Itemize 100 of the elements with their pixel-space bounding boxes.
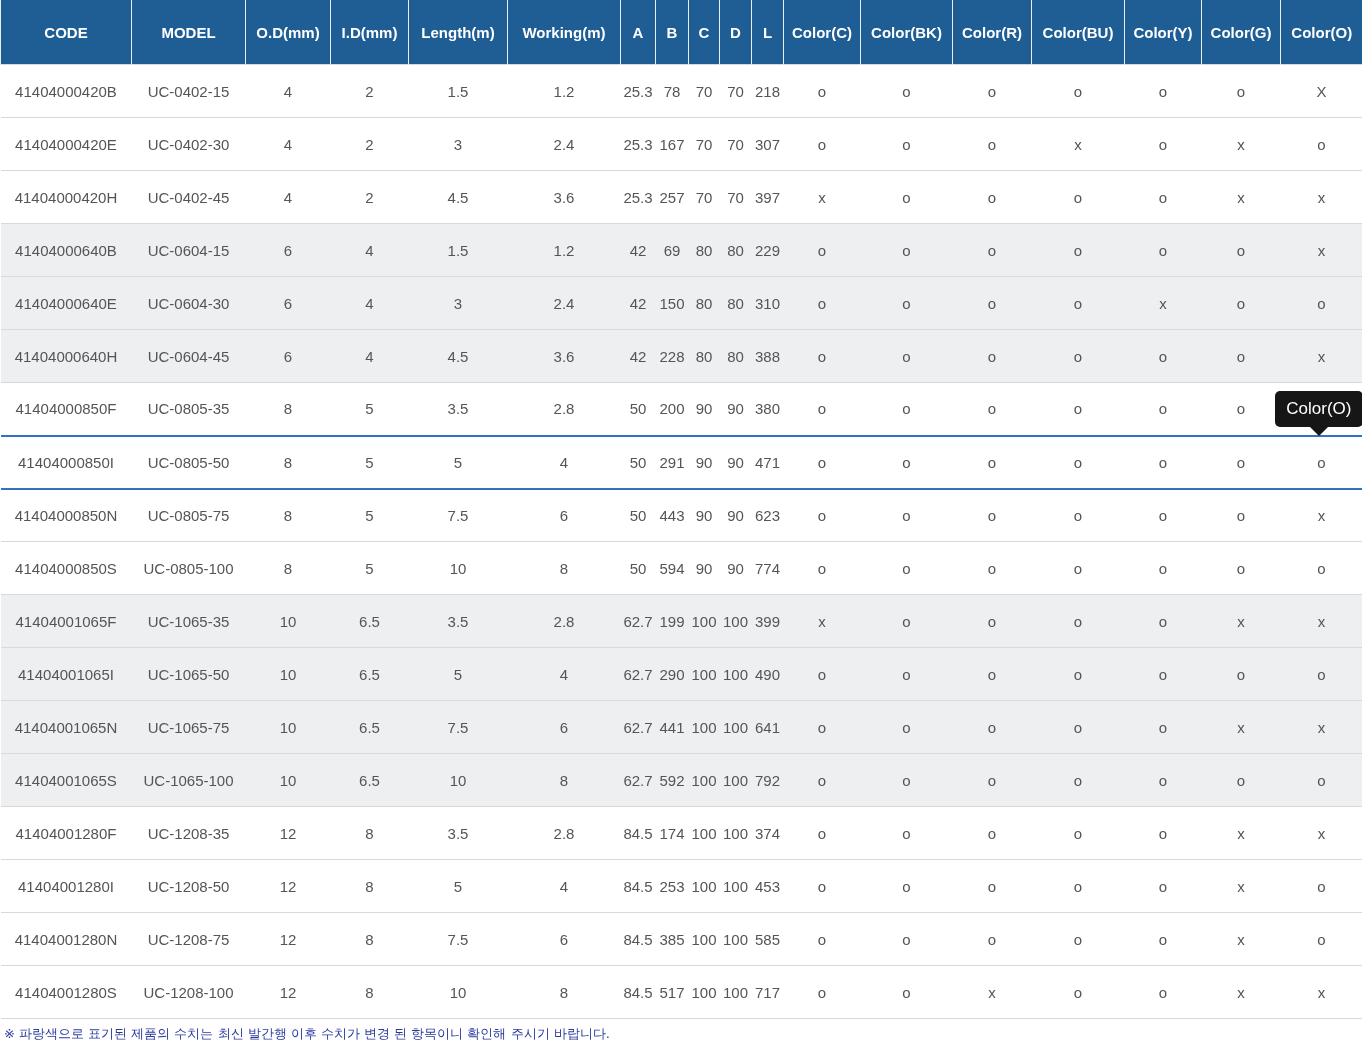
table-row[interactable]: 41404000850N UC-0805-75 8 5 7.5 6 50 443 90 90 623 o o o o o o x <box>0 488 1362 542</box>
table-cell: 100 <box>691 771 717 789</box>
table-cell: x <box>1317 347 1326 365</box>
table-cell: o <box>1317 135 1326 153</box>
table-row[interactable]: 41404000640E UC-0604-30 6 4 3 2.4 42 150 80 80 310 o o o o x o o <box>0 276 1362 330</box>
table-cell: 10 <box>279 718 297 736</box>
table-cell: 8 <box>283 506 293 524</box>
table-row[interactable]: 41404000420E UC-0402-30 4 2 3 2.4 25.3 167 70 70 307 o o o x o x o <box>0 117 1362 171</box>
table-cell: o <box>1158 665 1168 683</box>
table-cell: 41404001280F <box>15 824 117 842</box>
table-cell: 2.8 <box>553 400 575 418</box>
table-row[interactable]: 41404000640B UC-0604-15 6 4 1.5 1.2 42 69 80 80 229 o o o o o o x <box>0 223 1362 277</box>
table-cell: o <box>817 82 827 100</box>
table-cell: x <box>1237 877 1245 895</box>
table-row[interactable]: 41404001065S UC-1065-100 10 6.5 10 8 62.7 592 100 100 792 o o o o o o o <box>0 753 1362 807</box>
table-cell: 4 <box>283 188 293 206</box>
table-cell: o <box>817 453 827 471</box>
table-cell: o <box>1236 453 1246 471</box>
table-cell: UC-0604-30 <box>147 294 230 312</box>
table-cell: 100 <box>691 612 717 630</box>
table-cell: 399 <box>755 612 780 630</box>
table-row[interactable]: 41404000420B UC-0402-15 4 2 1.5 1.2 25.3 78 70 70 218 o o o o o o X <box>0 64 1362 118</box>
table-cell: 5 <box>365 453 374 471</box>
table-cell: 374 <box>755 824 780 842</box>
table-cell: 25.3 <box>623 135 653 153</box>
table-cell: 10 <box>279 612 297 630</box>
table-cell: 25.3 <box>623 82 653 100</box>
table-cell: 7.5 <box>447 506 469 524</box>
table-row[interactable]: 41404001065I UC-1065-50 10 6.5 5 4 62.7 290 100 100 490 o o o o o o o <box>0 647 1362 701</box>
table-cell: 62.7 <box>623 718 653 736</box>
column-header: I.D(mm) <box>330 0 409 65</box>
table-cell: 100 <box>723 665 748 683</box>
table-cell: o <box>1236 400 1246 418</box>
table-cell: 4 <box>559 877 569 895</box>
table-cell: 4 <box>283 82 293 100</box>
table-cell: o <box>987 559 997 577</box>
table-cell: x <box>1237 983 1245 1001</box>
table-cell: 218 <box>755 82 780 100</box>
table-cell: 62.7 <box>623 612 653 630</box>
table-cell: 41404000850N <box>14 506 118 524</box>
table-cell: 8 <box>283 400 293 418</box>
table-cell: o <box>1158 241 1168 259</box>
table-cell: 10 <box>449 559 467 577</box>
table-row[interactable]: 41404001280N UC-1208-75 12 8 7.5 6 84.5 385 100 100 585 o o o o o x o <box>0 912 1362 966</box>
table-row[interactable]: 41404000850F UC-0805-35 8 5 3.5 2.8 50 200 90 90 380 o o o o o o Color(O) <box>0 382 1362 436</box>
table-row[interactable]: 41404001280F UC-1208-35 12 8 3.5 2.8 84.5 174 100 100 374 o o o o o x x <box>0 806 1362 860</box>
table-cell: o <box>1158 400 1168 418</box>
table-cell: UC-0402-15 <box>147 82 230 100</box>
table-cell: o <box>1158 930 1168 948</box>
table-cell: 2 <box>365 135 374 153</box>
table-cell: 200 <box>659 400 685 418</box>
table-cell: x <box>1159 294 1167 312</box>
table-cell: 4.5 <box>447 188 469 206</box>
table-row[interactable]: 41404001065F UC-1065-35 10 6.5 3.5 2.8 62.7 199 100 100 399 x o o o o x x <box>0 594 1362 648</box>
table-cell: o <box>1073 665 1083 683</box>
table-row[interactable]: 41404000850S UC-0805-100 8 5 10 8 50 594 90 90 774 o o o o o o o <box>0 541 1362 595</box>
table-cell: 253 <box>659 877 685 895</box>
column-header: B <box>655 0 689 65</box>
footnote: ※ 파랑색으로 표기된 제품의 수치는 최신 발간행 이후 수치가 변경 된 항목이니 확인해 주시기 바랍니다. <box>3 1025 611 1043</box>
table-cell: 1.5 <box>447 241 469 259</box>
table-cell: o <box>987 347 997 365</box>
table-cell: o <box>1073 771 1083 789</box>
table-cell: 1.5 <box>447 82 469 100</box>
table-cell: o <box>1236 82 1246 100</box>
table-cell: 8 <box>283 453 293 471</box>
table-cell: 42 <box>629 294 647 312</box>
table-row[interactable]: 41404001280I UC-1208-50 12 8 5 4 84.5 253 100 100 453 o o o o o x o <box>0 859 1362 913</box>
table-cell: 70 <box>727 188 744 206</box>
table-row[interactable]: 41404001280S UC-1208-100 12 8 10 8 84.5 517 100 100 717 o o x o o x x <box>0 965 1362 1019</box>
table-cell: 50 <box>629 506 647 524</box>
table-row[interactable]: 41404000640H UC-0604-45 6 4 4.5 3.6 42 228 80 80 388 o o o o o o x <box>0 329 1362 383</box>
table-cell: 3.6 <box>553 347 575 365</box>
table-cell: o <box>902 983 911 1001</box>
table-cell: 257 <box>659 188 685 206</box>
table-cell: 10 <box>449 771 467 789</box>
table-cell: 100 <box>691 930 717 948</box>
table-row[interactable]: 41404001065N UC-1065-75 10 6.5 7.5 6 62.7 441 100 100 641 o o o o o x x <box>0 700 1362 754</box>
table-row[interactable]: 41404000420H UC-0402-45 4 2 4.5 3.6 25.3 257 70 70 397 x o o o o x x <box>0 170 1362 224</box>
table-cell: 6 <box>283 241 293 259</box>
table-cell: 100 <box>723 718 748 736</box>
table-cell: o <box>987 188 997 206</box>
column-header: O.D(mm) <box>245 0 331 65</box>
table-cell: 4 <box>283 135 293 153</box>
table-cell: 8 <box>365 824 374 842</box>
table-cell: o <box>1236 294 1246 312</box>
table-cell: o <box>1317 930 1326 948</box>
table-cell: 585 <box>755 930 780 948</box>
table-cell: 291 <box>659 453 685 471</box>
table-cell: o <box>1158 82 1168 100</box>
table-cell: 6.5 <box>359 718 380 736</box>
table-cell: 41404000420H <box>14 188 118 206</box>
table-cell: 84.5 <box>623 877 653 895</box>
table-cell: o <box>987 453 997 471</box>
table-cell: o <box>1073 188 1083 206</box>
column-header: Working(m) <box>507 0 621 65</box>
table-cell: 7.5 <box>447 718 469 736</box>
table-cell: 90 <box>695 453 713 471</box>
table-cell: 6 <box>283 294 293 312</box>
table-row[interactable]: 41404000850I UC-0805-50 8 5 5 4 50 291 90 90 471 o o o o o o o <box>0 435 1362 489</box>
table-cell: 228 <box>659 347 685 365</box>
